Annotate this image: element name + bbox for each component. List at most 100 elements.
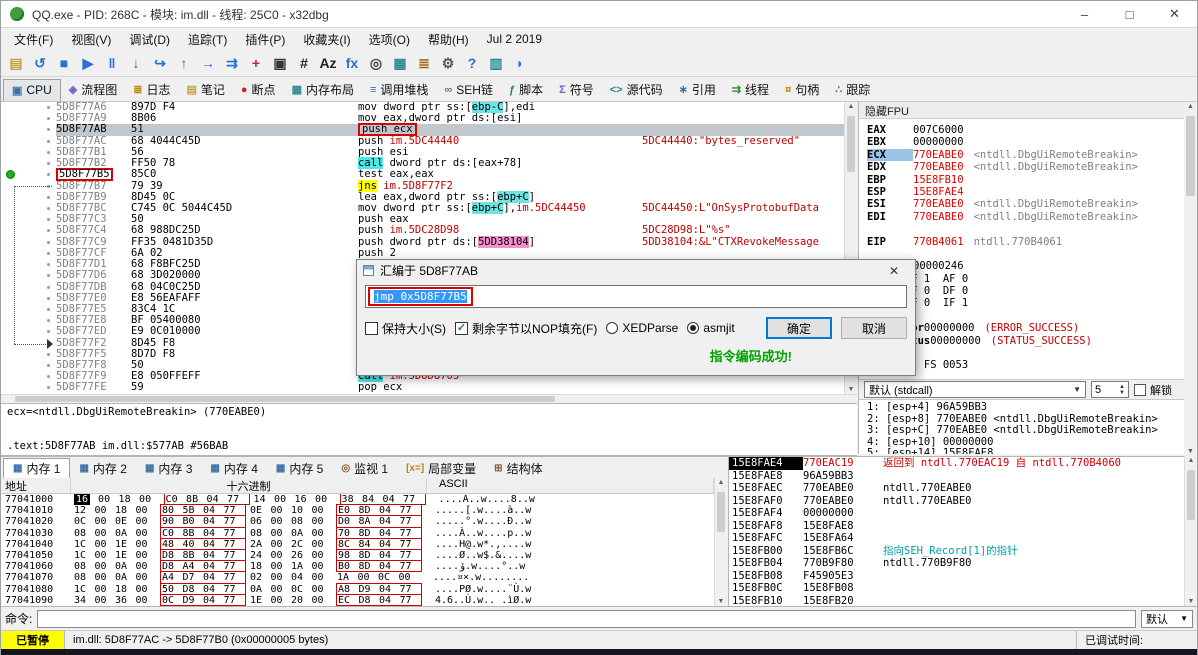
stack-address[interactable]: 15E8FAF8: [729, 520, 803, 533]
hex-byte[interactable]: 8B: [183, 528, 204, 539]
hex-byte[interactable]: 00: [136, 595, 157, 606]
disasm-gutter[interactable]: [1, 192, 56, 203]
scroll-up-icon[interactable]: ▲: [1185, 457, 1197, 464]
dump-address[interactable]: 77041090: [1, 595, 71, 606]
register-row[interactable]: EAX 007C6000: [867, 124, 1197, 136]
disasm-address[interactable]: 5D8F77FE: [56, 382, 131, 393]
hex-byte[interactable]: A4: [183, 561, 204, 572]
flags-row[interactable]: GS 002B FS 0053: [867, 359, 1197, 371]
asmjit-radio[interactable]: asmjit: [687, 321, 735, 335]
disasm-gutter[interactable]: [1, 124, 56, 135]
stack-row[interactable]: 15E8FAEC 770EABE0 ntdll.770EABE0: [729, 482, 1184, 495]
dump-ascii-text[interactable]: ....PØ.w....¨Ù.w: [425, 584, 531, 595]
hex-byte[interactable]: 40: [183, 539, 204, 550]
hex-byte[interactable]: 00: [136, 516, 157, 527]
hex-byte[interactable]: 0A: [115, 528, 136, 539]
disasm-address[interactable]: 5D8F77ED: [56, 326, 131, 337]
stack-row[interactable]: 15E8FAF8 15E8FAE8: [729, 520, 1184, 533]
register-row[interactable]: EBP 15E8FB10: [867, 174, 1197, 186]
hex-byte[interactable]: D9: [183, 595, 204, 606]
flags-row[interactable]: ZF 1 PF 1 AF 0: [867, 273, 1197, 285]
scroll-down-icon[interactable]: ▼: [845, 386, 857, 393]
disasm-instruction[interactable]: push dword ptr ds:[5DD38104]: [358, 235, 642, 248]
hex-byte[interactable]: 18: [115, 505, 136, 516]
dump-address[interactable]: 77041000: [1, 494, 71, 505]
hex-byte[interactable]: 00: [136, 572, 157, 583]
hex-byte[interactable]: 08: [74, 561, 95, 572]
disasm-bytes[interactable]: 59: [131, 382, 358, 393]
hex-byte[interactable]: 18: [115, 584, 136, 595]
hex-byte[interactable]: 80: [162, 505, 183, 516]
disasm-address[interactable]: 5D8F77C4: [56, 225, 131, 236]
ok-button[interactable]: 确定: [766, 317, 832, 339]
hex-byte[interactable]: 00: [271, 572, 292, 583]
hex-byte[interactable]: D8: [162, 550, 183, 561]
hex-byte[interactable]: 00: [312, 595, 333, 606]
stack-address[interactable]: 15E8FB0C: [729, 582, 803, 595]
menu-item[interactable]: 文件(F): [5, 29, 62, 50]
monitor-icon[interactable]: ▥: [485, 52, 507, 74]
strings-icon[interactable]: Az: [317, 52, 339, 74]
hex-byte[interactable]: 04: [203, 516, 224, 527]
disasm-gutter[interactable]: [1, 214, 56, 225]
hex-byte[interactable]: 8D: [359, 561, 380, 572]
hex-byte[interactable]: 04: [207, 494, 228, 505]
stack-row[interactable]: 15E8FB00 15E8FB6C 指向SEH_Record[1]的指针: [729, 545, 1184, 558]
dump-ascii-text[interactable]: ....À..w....p..w: [425, 528, 531, 539]
hex-byte[interactable]: 04: [203, 539, 224, 550]
hex-byte[interactable]: 18: [119, 494, 140, 505]
hex-byte[interactable]: 38: [342, 494, 363, 505]
stack-vscrollbar[interactable]: ▲ ▼: [1184, 456, 1197, 606]
disasm-address[interactable]: 5D8F77AB: [56, 124, 131, 135]
dialog-close-button[interactable]: ✕: [879, 264, 909, 278]
hex-byte[interactable]: 0C: [291, 584, 312, 595]
register-row[interactable]: ESP 15E8FAE4: [867, 186, 1197, 198]
dump-row[interactable]: 77041090 34 00 36 00 0C D9 04 77 1E 00 20 00 EC D8 04 77…: [1, 593, 714, 606]
hex-byte[interactable]: 77: [224, 505, 245, 516]
hex-byte[interactable]: 04: [379, 550, 400, 561]
menu-item[interactable]: 收藏夹(I): [294, 29, 359, 50]
hex-byte[interactable]: D0: [338, 516, 359, 527]
disasm-bytes[interactable]: 51: [131, 124, 358, 135]
dump-ascii-text[interactable]: ....À..w....8..w: [429, 494, 535, 505]
register-row[interactable]: EDX 770EABE0 <ntdll.DbgUiRemoteBreakin>: [867, 161, 1197, 173]
hex-byte[interactable]: 1A: [291, 561, 312, 572]
hex-byte[interactable]: 00: [136, 550, 157, 561]
hex-byte[interactable]: 20: [291, 595, 312, 606]
hex-byte[interactable]: 77: [400, 561, 421, 572]
stack-address[interactable]: 15E8FB00: [729, 545, 803, 558]
hex-byte[interactable]: 0A: [115, 572, 136, 583]
restart-icon[interactable]: ↺: [29, 52, 51, 74]
stack-value[interactable]: 770EABE0: [803, 495, 883, 508]
disasm-bytes[interactable]: 8B06: [131, 113, 358, 124]
disasm-gutter[interactable]: [1, 360, 56, 371]
stack-address[interactable]: 15E8FAFC: [729, 532, 803, 545]
hex-byte[interactable]: 0C: [74, 516, 95, 527]
close-button[interactable]: ✕: [1152, 1, 1197, 27]
hex-byte[interactable]: 00: [95, 516, 116, 527]
hex-byte[interactable]: 08: [74, 528, 95, 539]
hex-byte[interactable]: 00: [95, 550, 116, 561]
tab-watch-1[interactable]: ◎ 监视 1: [332, 458, 397, 478]
disasm-gutter[interactable]: [1, 326, 56, 337]
tab-cpu[interactable]: ▣ CPU: [3, 79, 61, 101]
hex-byte[interactable]: 00: [95, 572, 116, 583]
menu-item[interactable]: 调试(D): [120, 29, 179, 50]
hex-byte[interactable]: 00: [136, 584, 157, 595]
hex-byte[interactable]: 84: [362, 494, 383, 505]
stack-value[interactable]: 15E8FB6C: [803, 545, 883, 558]
tab-symbols[interactable]: Σ 符号: [551, 79, 602, 101]
stack-row[interactable]: 15E8FAFC 15E8FA64: [729, 532, 1184, 545]
hex-byte[interactable]: 04: [379, 539, 400, 550]
dump-row[interactable]: 77041060 08 00 0A 00 D8 A4 04 77 18 00 1A 00 B0 8D 04 77…: [1, 560, 714, 573]
hex-byte[interactable]: 00: [271, 561, 292, 572]
stack-address[interactable]: 15E8FB04: [729, 557, 803, 570]
disasm-row[interactable]: 5D8F77BC C745 0C 5044C45D mov dword ptr ss…: [1, 201, 844, 214]
hex-byte[interactable]: 04: [379, 561, 400, 572]
dump-ascii-text[interactable]: .....[.w....à..w: [425, 505, 531, 516]
tab-log[interactable]: ≣ 日志: [125, 79, 178, 101]
disasm-gutter[interactable]: [1, 113, 56, 124]
step-into-icon[interactable]: ↓: [125, 52, 147, 74]
menu-item[interactable]: 选项(O): [360, 29, 419, 50]
hex-byte[interactable]: 0A: [115, 561, 136, 572]
